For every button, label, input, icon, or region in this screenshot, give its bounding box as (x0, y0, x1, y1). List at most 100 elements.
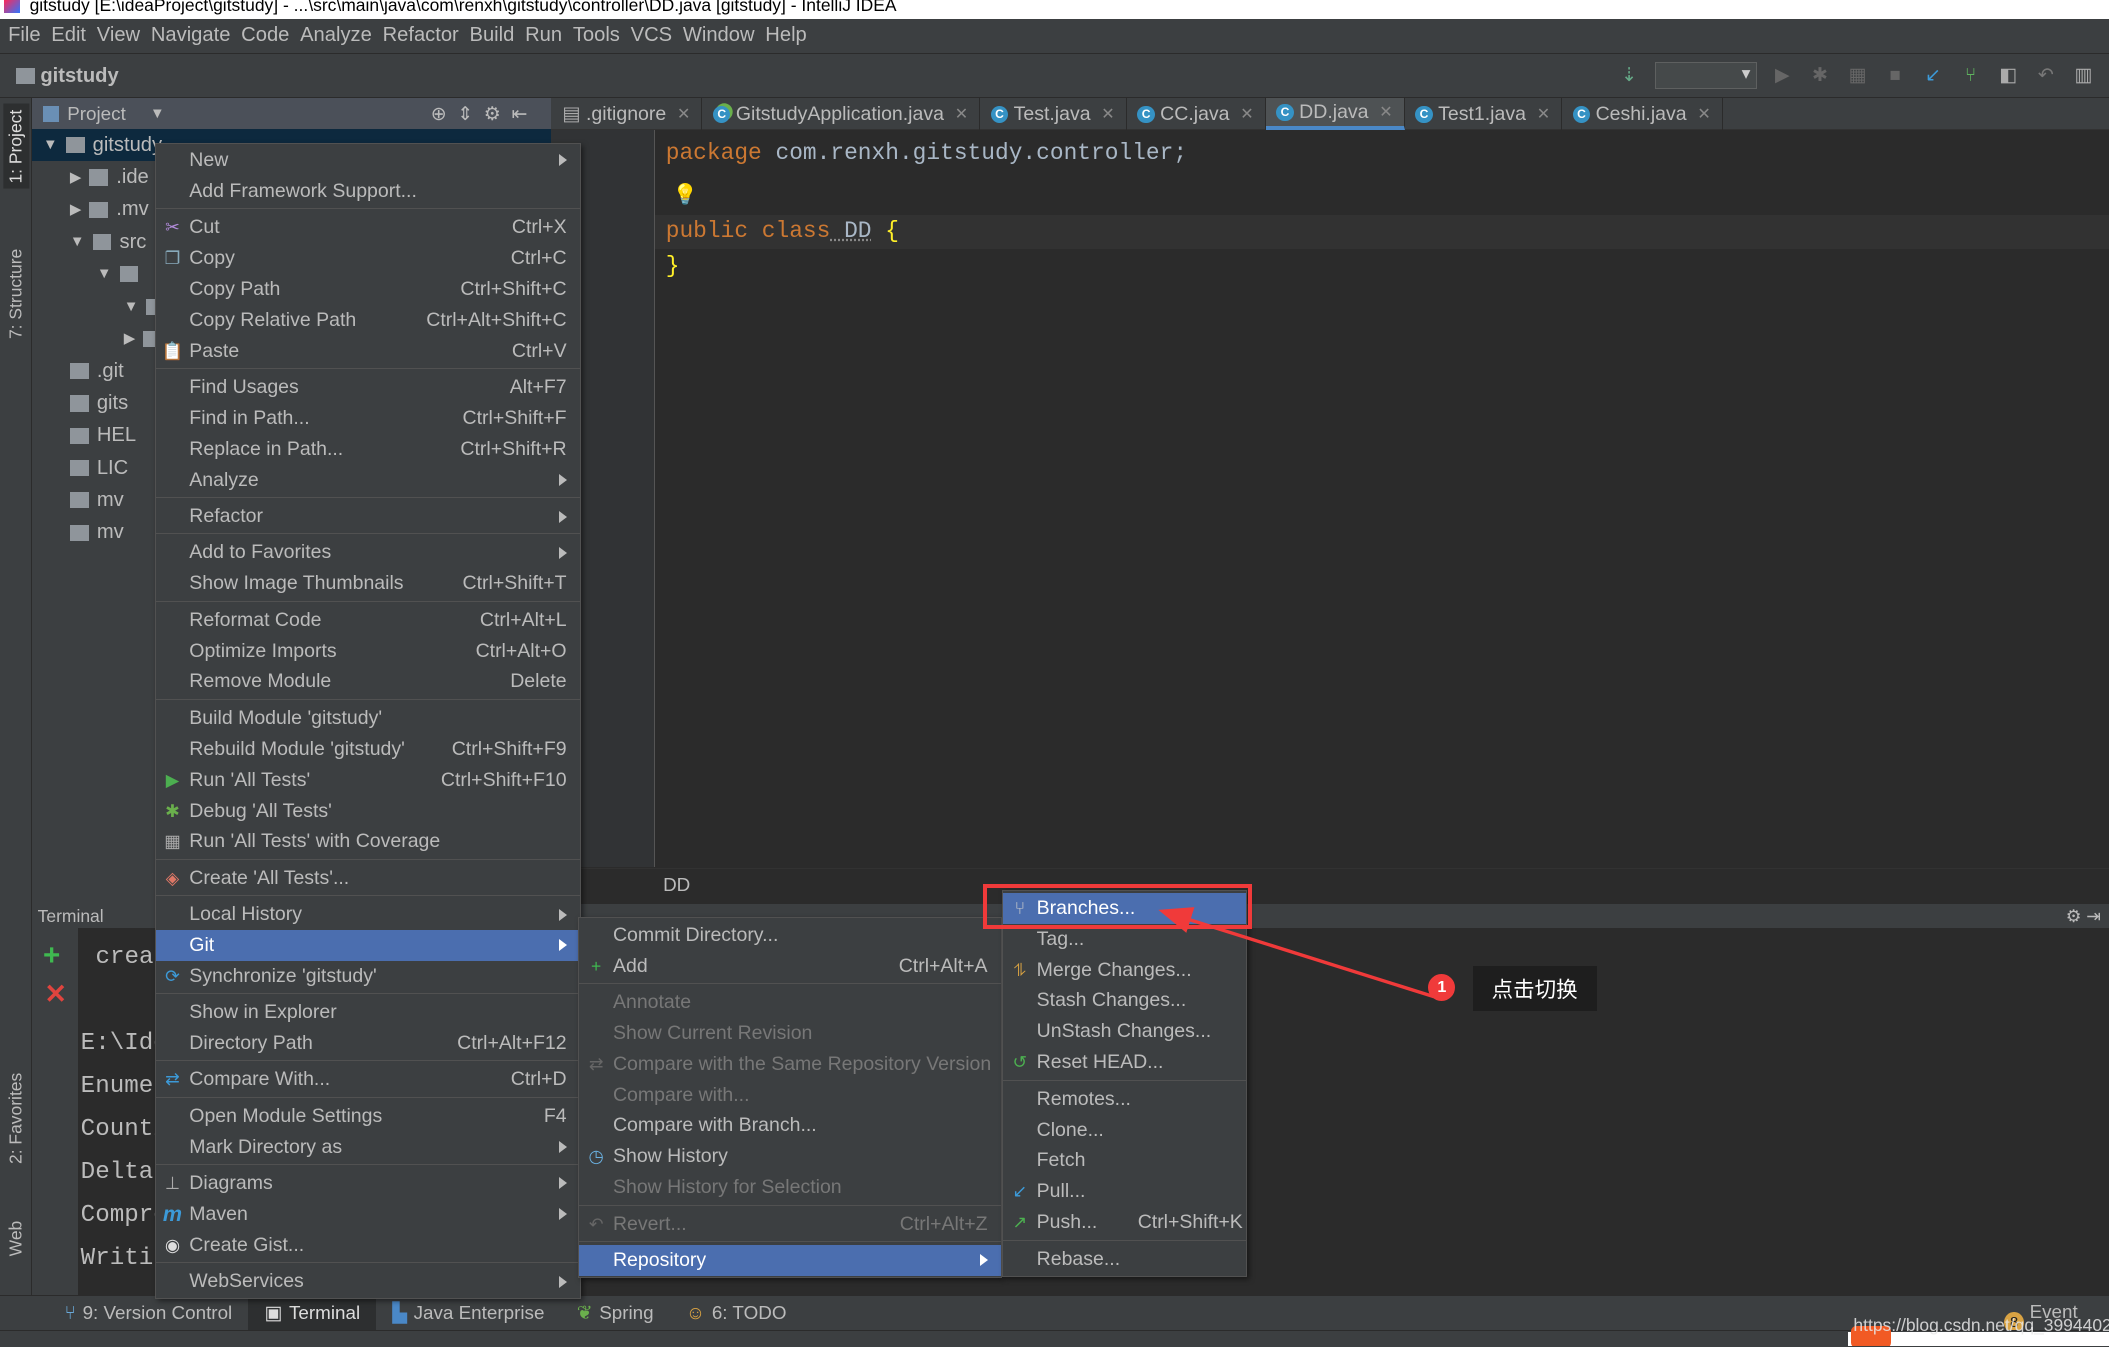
menu-item-show-current-revision[interactable]: Show Current Revision (579, 1018, 1001, 1049)
run-icon[interactable]: ▶ (1770, 63, 1794, 87)
menu-item-build-module-gitstudy[interactable]: Build Module 'gitstudy' (156, 703, 580, 734)
panel-actions[interactable]: ⊕⇕⚙⇤ (431, 103, 538, 125)
menu-item-find-in-path[interactable]: Find in Path... Ctrl+Shift+F (156, 403, 580, 434)
tool-tab-9-version-control[interactable]: ⑂ 9: Version Control (48, 1296, 248, 1331)
menu-window[interactable]: Window (683, 24, 755, 47)
tree-item[interactable]: gits (69, 387, 128, 419)
close-icon[interactable]: ✕ (1379, 102, 1393, 122)
menu-view[interactable]: View (97, 24, 140, 47)
menu-item-copy-relative-path[interactable]: Copy Relative Path Ctrl+Alt+Shift+C (156, 305, 580, 336)
tab-dd-java[interactable]: C DD.java ✕ (1265, 98, 1405, 131)
menu-item-paste[interactable]: 📋 Paste Ctrl+V (156, 336, 580, 367)
revert-icon[interactable]: ↶ (2034, 63, 2058, 87)
tool-tab-web[interactable]: Web (3, 1215, 29, 1261)
menu-item-reformat-code[interactable]: Reformat Code Ctrl+Alt+L (156, 605, 580, 636)
tree-item[interactable]: mv (69, 484, 124, 516)
close-icon[interactable]: ✕ (1101, 104, 1115, 124)
menu-item-rebase[interactable]: Rebase... (1003, 1244, 1246, 1275)
menu-item-remotes[interactable]: Remotes... (1003, 1084, 1246, 1115)
tool-tab-java-enterprise[interactable]: ▙ Java Enterprise (376, 1296, 560, 1331)
menu-item-analyze[interactable]: Analyze (156, 465, 580, 496)
menu-item-show-history[interactable]: ◷ Show History (579, 1141, 1001, 1172)
tool-tab-spring[interactable]: ❦ Spring (561, 1296, 670, 1331)
menu-run[interactable]: Run (525, 24, 562, 47)
menu-item-run-all-tests[interactable]: ▶ Run 'All Tests' Ctrl+Shift+F10 (156, 765, 580, 796)
menu-item-compare-with-branch[interactable]: Compare with Branch... (579, 1111, 1001, 1142)
tool-tab-terminal[interactable]: ▣ Terminal (248, 1295, 377, 1331)
menu-analyze[interactable]: Analyze (300, 24, 372, 47)
menu-item-compare-with[interactable]: Compare with... (579, 1080, 1001, 1111)
menu-item-annotate[interactable]: Annotate (579, 987, 1001, 1018)
menu-item-webservices[interactable]: WebServices (156, 1266, 580, 1297)
expand-arrow-icon[interactable]: ▶ (70, 169, 81, 186)
tree-item[interactable]: LIC (69, 452, 128, 484)
vcs-commit-icon[interactable]: ⑂ (1958, 63, 1982, 87)
menu-item-maven[interactable]: m Maven (156, 1199, 580, 1230)
menu-vcs[interactable]: VCS (631, 24, 672, 47)
menu-item-merge-changes[interactable]: ⥮ Merge Changes... (1003, 955, 1246, 986)
close-icon[interactable]: ✕ (955, 104, 969, 124)
menu-item-open-module-settings[interactable]: Open Module Settings F4 (156, 1101, 580, 1132)
menu-item-revert[interactable]: ↶ Revert... Ctrl+Alt+Z (579, 1209, 1001, 1240)
expand-arrow-icon[interactable]: ▼ (97, 266, 112, 282)
menu-item-create-all-tests[interactable]: ◈ Create 'All Tests'... (156, 863, 580, 894)
editor-breadcrumb[interactable]: DD (551, 867, 2109, 906)
tree-item[interactable]: HEL (69, 420, 136, 452)
expand-arrow-icon[interactable]: ▼ (70, 234, 85, 250)
menu-item-show-in-explorer[interactable]: Show in Explorer (156, 997, 580, 1028)
coverage-icon[interactable]: ▦ (1845, 63, 1869, 87)
lightbulb-icon[interactable]: 💡 (672, 182, 697, 207)
tree-item[interactable]: .git (69, 355, 124, 387)
close-icon[interactable]: ✕ (1240, 104, 1254, 124)
menu-item-rebuild-module-gitstudy[interactable]: Rebuild Module 'gitstudy' Ctrl+Shift+F9 (156, 734, 580, 765)
tool-tab-structure[interactable]: 7: Structure (3, 243, 29, 344)
tree-item[interactable]: mv (69, 516, 124, 548)
chevron-down-icon[interactable]: ▼ (150, 106, 165, 122)
menu-item-synchronize-gitstudy[interactable]: ⟳ Synchronize 'gitstudy' (156, 961, 580, 992)
menu-item-optimize-imports[interactable]: Optimize Imports Ctrl+Alt+O (156, 636, 580, 667)
menu-item-fetch[interactable]: Fetch (1003, 1145, 1246, 1176)
project-view-selector[interactable]: Project (67, 103, 126, 125)
new-session-icon[interactable]: + (43, 939, 60, 973)
menu-item-stash-changes[interactable]: Stash Changes... (1003, 985, 1246, 1016)
close-icon[interactable]: ✕ (1537, 104, 1551, 124)
vcs-update-project-icon[interactable]: ↙ (1921, 63, 1945, 87)
menu-item-new[interactable]: New (156, 145, 580, 176)
menu-item-pull[interactable]: ↙ Pull... (1003, 1176, 1246, 1207)
menu-item-refactor[interactable]: Refactor (156, 501, 580, 532)
tree-item[interactable]: ▶ .ide (70, 161, 149, 193)
tab-cc-java[interactable]: C CC.java ✕ (1127, 98, 1266, 131)
menu-help[interactable]: Help (765, 24, 806, 47)
menu-navigate[interactable]: Navigate (151, 24, 231, 47)
menu-item-show-history-for-selection[interactable]: Show History for Selection (579, 1172, 1001, 1203)
menu-item-commit-directory[interactable]: Commit Directory... (579, 920, 1001, 951)
breadcrumb-project[interactable]: gitstudy (16, 65, 119, 88)
menu-item-replace-in-path[interactable]: Replace in Path... Ctrl+Shift+R (156, 434, 580, 465)
menu-item-mark-directory-as[interactable]: Mark Directory as (156, 1132, 580, 1163)
expand-arrow-icon[interactable]: ▶ (70, 201, 81, 218)
menu-item-copy[interactable]: ❐ Copy Ctrl+C (156, 243, 580, 274)
tab-test-java[interactable]: C Test.java ✕ (980, 98, 1127, 131)
menu-item-reset-head[interactable]: ↺ Reset HEAD... (1003, 1047, 1246, 1078)
menu-item-local-history[interactable]: Local History (156, 899, 580, 930)
menu-item-push[interactable]: ↗ Push... Ctrl+Shift+K (1003, 1207, 1246, 1238)
code-line-1[interactable]: package com.renxh.gitstudy.controller; (666, 140, 1187, 166)
expand-arrow-icon[interactable]: ▼ (124, 299, 139, 315)
menu-item-repository[interactable]: Repository (579, 1244, 1002, 1276)
menu-item-show-image-thumbnails[interactable]: Show Image Thumbnails Ctrl+Shift+T (156, 568, 580, 599)
menu-item-remove-module[interactable]: Remove Module Delete (156, 667, 580, 698)
menu-item-clone[interactable]: Clone... (1003, 1115, 1246, 1146)
tree-item[interactable]: ▶ .mv (70, 194, 149, 226)
tool-tab-favorites[interactable]: 2: Favorites (3, 1067, 29, 1169)
debug-icon[interactable]: ✱ (1808, 63, 1832, 87)
menu-tools[interactable]: Tools (573, 24, 620, 47)
menu-item-add[interactable]: + Add Ctrl+Alt+A (579, 951, 1001, 982)
menu-item-find-usages[interactable]: Find Usages Alt+F7 (156, 372, 580, 403)
tab-ceshi-java[interactable]: C Ceshi.java ✕ (1562, 98, 1723, 131)
menu-item-copy-path[interactable]: Copy Path Ctrl+Shift+C (156, 274, 580, 305)
menu-item-compare-with-the-same-repository-version[interactable]: ⇄ Compare with the Same Repository Versio… (579, 1049, 1001, 1080)
menu-refactor[interactable]: Refactor (383, 24, 459, 47)
tab-test1-java[interactable]: C Test1.java ✕ (1405, 98, 1562, 131)
expand-arrow-icon[interactable]: ▼ (43, 137, 58, 153)
menu-item-run-all-tests-with-coverage[interactable]: ▦ Run 'All Tests' with Coverage (156, 827, 580, 858)
